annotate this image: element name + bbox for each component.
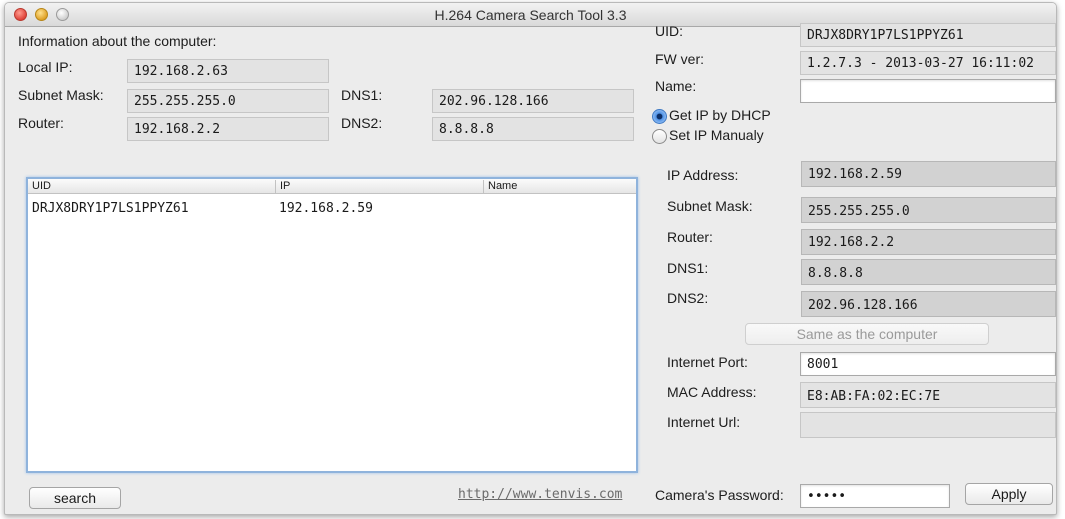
camera-password-label: Camera's Password: [655, 487, 784, 503]
router-label: Router: [18, 115, 64, 131]
computer-info-heading: Information about the computer: [18, 33, 217, 49]
device-row[interactable]: DRJX8DRY1P7LS1PPYZ61 192.168.2.59 [28, 199, 636, 219]
camera-subnet-value: 255.255.255.0 [801, 197, 1056, 223]
internet-port-label: Internet Port: [667, 354, 748, 370]
dns1-label: DNS1: [341, 87, 383, 103]
internet-url-label: Internet Url: [667, 414, 741, 430]
subnet-mask-value: 255.255.255.0 [127, 89, 329, 113]
device-list-header: UID IP Name [28, 179, 636, 194]
dns1-value: 202.96.128.166 [432, 89, 634, 113]
uid-label: UID: [655, 23, 683, 39]
device-uid-cell: DRJX8DRY1P7LS1PPYZ61 [32, 201, 189, 216]
tenvis-website-link[interactable]: http://www.tenvis.com [458, 487, 622, 502]
camera-password-input[interactable]: ••••• [800, 484, 950, 508]
mac-address-value: E8:AB:FA:02:EC:7E [800, 382, 1056, 408]
camera-dns1-label: DNS1: [667, 260, 709, 276]
dhcp-radio-label[interactable]: Get IP by DHCP [669, 107, 771, 123]
dns2-value: 8.8.8.8 [432, 117, 634, 141]
mac-address-label: MAC Address: [667, 384, 757, 400]
app-window: H.264 Camera Search Tool 3.3 Information… [4, 2, 1057, 515]
apply-button[interactable]: Apply [965, 483, 1053, 505]
camera-router-value: 192.168.2.2 [801, 229, 1056, 255]
column-header-name[interactable]: Name [483, 180, 517, 193]
fw-version-value: 1.2.7.3 - 2013-03-27 16:11:02 [800, 51, 1056, 75]
subnet-mask-label: Subnet Mask: [18, 87, 104, 103]
camera-dns1-value: 8.8.8.8 [801, 259, 1056, 285]
column-header-uid[interactable]: UID [28, 180, 51, 193]
name-input[interactable] [800, 79, 1056, 103]
internet-port-input[interactable]: 8001 [800, 352, 1056, 376]
manual-ip-radio[interactable] [652, 129, 667, 144]
dns2-label: DNS2: [341, 115, 383, 131]
column-header-ip[interactable]: IP [275, 180, 290, 193]
uid-value: DRJX8DRY1P7LS1PPYZ61 [800, 23, 1056, 47]
camera-router-label: Router: [667, 229, 713, 245]
camera-dns2-value: 202.96.128.166 [801, 291, 1056, 317]
camera-dns2-label: DNS2: [667, 290, 709, 306]
search-button[interactable]: search [29, 487, 121, 509]
router-value: 192.168.2.2 [127, 117, 329, 141]
internet-url-value [800, 412, 1056, 438]
local-ip-value: 192.168.2.63 [127, 59, 329, 83]
window-title: H.264 Camera Search Tool 3.3 [434, 7, 627, 23]
manual-ip-radio-label[interactable]: Set IP Manualy [669, 127, 764, 143]
device-list[interactable]: UID IP Name DRJX8DRY1P7LS1PPYZ61 192.168… [26, 177, 638, 473]
local-ip-label: Local IP: [18, 59, 73, 75]
fw-version-label: FW ver: [655, 51, 704, 67]
same-as-computer-button[interactable]: Same as the computer [745, 323, 989, 345]
camera-ip-label: IP Address: [667, 167, 739, 183]
camera-ip-value: 192.168.2.59 [801, 161, 1056, 187]
name-label: Name: [655, 78, 697, 94]
device-ip-cell: 192.168.2.59 [279, 201, 373, 216]
camera-subnet-label: Subnet Mask: [667, 198, 753, 214]
dhcp-radio[interactable] [652, 109, 667, 124]
